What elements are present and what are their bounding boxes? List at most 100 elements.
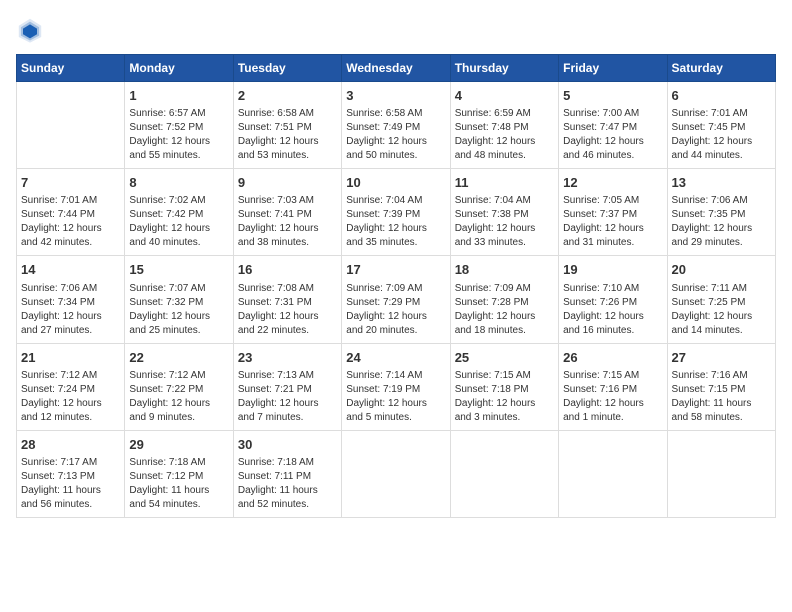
day-info: Sunrise: 7:00 AM Sunset: 7:47 PM Dayligh… [563, 107, 662, 163]
calendar-week-row: 1 Sunrise: 6:57 AM Sunset: 7:52 PM Daylig… [17, 82, 776, 169]
day-info: Sunrise: 7:06 AM Sunset: 7:34 PM Dayligh… [21, 282, 120, 338]
day-number: 28 [21, 436, 120, 454]
day-number: 15 [129, 261, 228, 279]
calendar-week-row: 14 Sunrise: 7:06 AM Sunset: 7:34 PM Dayli… [17, 256, 776, 343]
day-info: Sunrise: 7:16 AM Sunset: 7:15 PM Dayligh… [672, 369, 771, 425]
day-number: 5 [563, 87, 662, 105]
calendar-day-cell: 25 Sunrise: 7:15 AM Sunset: 7:18 PM Dayli… [450, 343, 558, 430]
calendar-week-row: 28 Sunrise: 7:17 AM Sunset: 7:13 PM Dayli… [17, 430, 776, 517]
calendar-day-cell: 4 Sunrise: 6:59 AM Sunset: 7:48 PM Daylig… [450, 82, 558, 169]
day-number: 27 [672, 349, 771, 367]
weekday-header: Wednesday [342, 55, 450, 82]
day-info: Sunrise: 7:17 AM Sunset: 7:13 PM Dayligh… [21, 456, 120, 512]
day-number: 19 [563, 261, 662, 279]
calendar-day-cell [17, 82, 125, 169]
day-info: Sunrise: 7:09 AM Sunset: 7:28 PM Dayligh… [455, 282, 554, 338]
day-number: 1 [129, 87, 228, 105]
calendar-day-cell: 14 Sunrise: 7:06 AM Sunset: 7:34 PM Dayli… [17, 256, 125, 343]
day-info: Sunrise: 6:57 AM Sunset: 7:52 PM Dayligh… [129, 107, 228, 163]
day-number: 22 [129, 349, 228, 367]
weekday-header: Tuesday [233, 55, 341, 82]
day-info: Sunrise: 6:58 AM Sunset: 7:49 PM Dayligh… [346, 107, 445, 163]
day-info: Sunrise: 7:04 AM Sunset: 7:38 PM Dayligh… [455, 194, 554, 250]
calendar-day-cell [667, 430, 775, 517]
day-info: Sunrise: 7:10 AM Sunset: 7:26 PM Dayligh… [563, 282, 662, 338]
day-info: Sunrise: 7:06 AM Sunset: 7:35 PM Dayligh… [672, 194, 771, 250]
day-number: 29 [129, 436, 228, 454]
day-number: 7 [21, 174, 120, 192]
day-info: Sunrise: 7:03 AM Sunset: 7:41 PM Dayligh… [238, 194, 337, 250]
calendar-day-cell: 15 Sunrise: 7:07 AM Sunset: 7:32 PM Dayli… [125, 256, 233, 343]
calendar-day-cell: 24 Sunrise: 7:14 AM Sunset: 7:19 PM Dayli… [342, 343, 450, 430]
calendar-day-cell: 13 Sunrise: 7:06 AM Sunset: 7:35 PM Dayli… [667, 169, 775, 256]
day-number: 26 [563, 349, 662, 367]
calendar-table: SundayMondayTuesdayWednesdayThursdayFrid… [16, 54, 776, 518]
calendar-day-cell: 6 Sunrise: 7:01 AM Sunset: 7:45 PM Daylig… [667, 82, 775, 169]
calendar-day-cell: 9 Sunrise: 7:03 AM Sunset: 7:41 PM Daylig… [233, 169, 341, 256]
calendar-day-cell: 3 Sunrise: 6:58 AM Sunset: 7:49 PM Daylig… [342, 82, 450, 169]
weekday-header: Sunday [17, 55, 125, 82]
day-info: Sunrise: 7:07 AM Sunset: 7:32 PM Dayligh… [129, 282, 228, 338]
day-info: Sunrise: 7:02 AM Sunset: 7:42 PM Dayligh… [129, 194, 228, 250]
calendar-day-cell: 8 Sunrise: 7:02 AM Sunset: 7:42 PM Daylig… [125, 169, 233, 256]
day-number: 18 [455, 261, 554, 279]
day-info: Sunrise: 6:58 AM Sunset: 7:51 PM Dayligh… [238, 107, 337, 163]
day-number: 21 [21, 349, 120, 367]
calendar-day-cell: 29 Sunrise: 7:18 AM Sunset: 7:12 PM Dayli… [125, 430, 233, 517]
logo-icon [16, 16, 44, 44]
calendar-day-cell: 18 Sunrise: 7:09 AM Sunset: 7:28 PM Dayli… [450, 256, 558, 343]
calendar-day-cell: 1 Sunrise: 6:57 AM Sunset: 7:52 PM Daylig… [125, 82, 233, 169]
calendar-day-cell: 28 Sunrise: 7:17 AM Sunset: 7:13 PM Dayli… [17, 430, 125, 517]
day-info: Sunrise: 7:15 AM Sunset: 7:18 PM Dayligh… [455, 369, 554, 425]
calendar-day-cell: 26 Sunrise: 7:15 AM Sunset: 7:16 PM Dayli… [559, 343, 667, 430]
calendar-day-cell [450, 430, 558, 517]
day-info: Sunrise: 7:09 AM Sunset: 7:29 PM Dayligh… [346, 282, 445, 338]
day-number: 11 [455, 174, 554, 192]
day-info: Sunrise: 7:04 AM Sunset: 7:39 PM Dayligh… [346, 194, 445, 250]
calendar-week-row: 21 Sunrise: 7:12 AM Sunset: 7:24 PM Dayli… [17, 343, 776, 430]
calendar-week-row: 7 Sunrise: 7:01 AM Sunset: 7:44 PM Daylig… [17, 169, 776, 256]
day-info: Sunrise: 7:14 AM Sunset: 7:19 PM Dayligh… [346, 369, 445, 425]
day-number: 12 [563, 174, 662, 192]
calendar-day-cell: 17Sunrise: 7:09 AM Sunset: 7:29 PM Dayli… [342, 256, 450, 343]
day-info: Sunrise: 6:59 AM Sunset: 7:48 PM Dayligh… [455, 107, 554, 163]
day-number: 10 [346, 174, 445, 192]
day-number: 8 [129, 174, 228, 192]
day-info: Sunrise: 7:15 AM Sunset: 7:16 PM Dayligh… [563, 369, 662, 425]
weekday-header: Thursday [450, 55, 558, 82]
day-info: Sunrise: 7:12 AM Sunset: 7:24 PM Dayligh… [21, 369, 120, 425]
day-info: Sunrise: 7:05 AM Sunset: 7:37 PM Dayligh… [563, 194, 662, 250]
calendar-day-cell: 27 Sunrise: 7:16 AM Sunset: 7:15 PM Dayli… [667, 343, 775, 430]
day-info: Sunrise: 7:18 AM Sunset: 7:12 PM Dayligh… [129, 456, 228, 512]
day-number: 6 [672, 87, 771, 105]
day-number: 9 [238, 174, 337, 192]
calendar-day-cell: 22 Sunrise: 7:12 AM Sunset: 7:22 PM Dayli… [125, 343, 233, 430]
day-number: 24 [346, 349, 445, 367]
day-number: 25 [455, 349, 554, 367]
day-info: Sunrise: 7:11 AM Sunset: 7:25 PM Dayligh… [672, 282, 771, 338]
day-number: 4 [455, 87, 554, 105]
calendar-day-cell: 2 Sunrise: 6:58 AM Sunset: 7:51 PM Daylig… [233, 82, 341, 169]
calendar-day-cell: 23Sunrise: 7:13 AM Sunset: 7:21 PM Dayli… [233, 343, 341, 430]
weekday-header-row: SundayMondayTuesdayWednesdayThursdayFrid… [17, 55, 776, 82]
day-number: 16 [238, 261, 337, 279]
day-number: 3 [346, 87, 445, 105]
day-info: Sunrise: 7:01 AM Sunset: 7:45 PM Dayligh… [672, 107, 771, 163]
day-number: 2 [238, 87, 337, 105]
calendar-day-cell: 11 Sunrise: 7:04 AM Sunset: 7:38 PM Dayli… [450, 169, 558, 256]
weekday-header: Monday [125, 55, 233, 82]
weekday-header: Friday [559, 55, 667, 82]
day-number: 30 [238, 436, 337, 454]
day-number: 13 [672, 174, 771, 192]
calendar-day-cell [342, 430, 450, 517]
calendar-day-cell: 19 Sunrise: 7:10 AM Sunset: 7:26 PM Dayli… [559, 256, 667, 343]
calendar-day-cell: 21 Sunrise: 7:12 AM Sunset: 7:24 PM Dayli… [17, 343, 125, 430]
day-info: Sunrise: 7:01 AM Sunset: 7:44 PM Dayligh… [21, 194, 120, 250]
day-info: Sunrise: 7:12 AM Sunset: 7:22 PM Dayligh… [129, 369, 228, 425]
logo [16, 16, 48, 44]
calendar-day-cell: 5 Sunrise: 7:00 AM Sunset: 7:47 PM Daylig… [559, 82, 667, 169]
calendar-day-cell [559, 430, 667, 517]
day-info: Sunrise: 7:08 AM Sunset: 7:31 PM Dayligh… [238, 282, 337, 338]
day-number: 23 [238, 349, 337, 367]
day-number: 14 [21, 261, 120, 279]
